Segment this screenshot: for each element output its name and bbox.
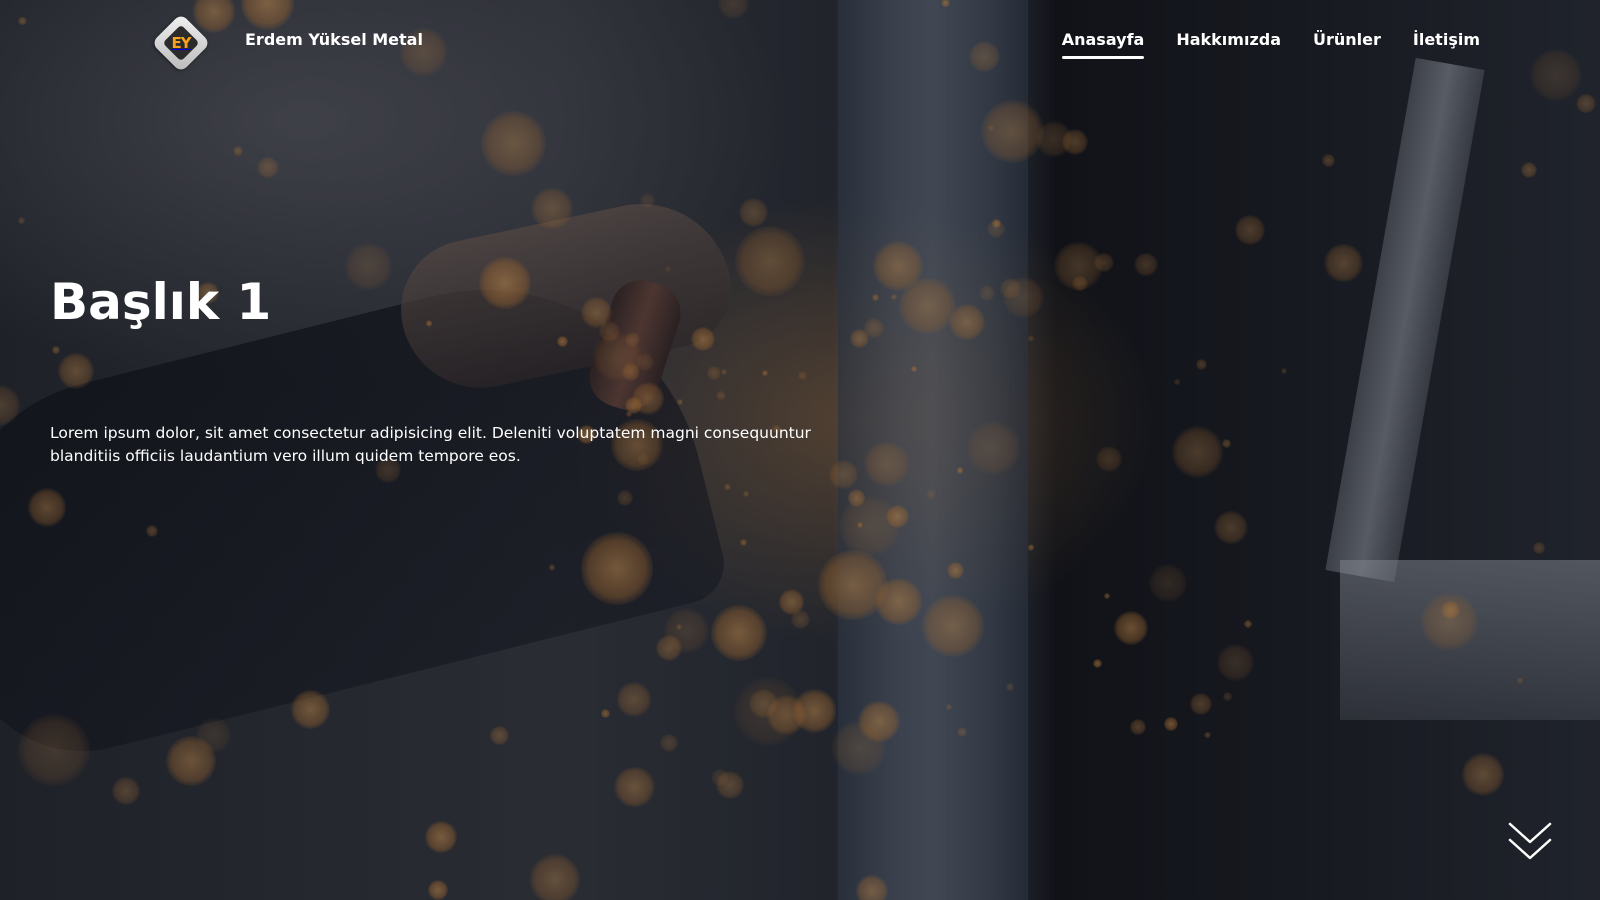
nav-item-urunler[interactable]: Ürünler <box>1313 30 1381 55</box>
hero-title: Başlık 1 <box>50 273 272 331</box>
hero-section: EY Erdem Yüksel Metal Anasayfa Hakkımızd… <box>0 0 1600 900</box>
double-chevron-down-icon[interactable] <box>1506 818 1554 866</box>
hero-description: Lorem ipsum dolor, sit amet consectetur … <box>50 424 811 465</box>
logo-letters: EY <box>171 34 191 52</box>
nav-item-iletisim[interactable]: İletişim <box>1413 30 1480 55</box>
nav-item-hakkimizda[interactable]: Hakkımızda <box>1176 30 1281 55</box>
brand-name[interactable]: Erdem Yüksel Metal <box>245 30 423 49</box>
nav-item-anasayfa[interactable]: Anasayfa <box>1061 30 1144 59</box>
main-nav: Anasayfa Hakkımızda Ürünler İletişim <box>1061 30 1480 59</box>
logo[interactable]: EY <box>151 13 211 73</box>
